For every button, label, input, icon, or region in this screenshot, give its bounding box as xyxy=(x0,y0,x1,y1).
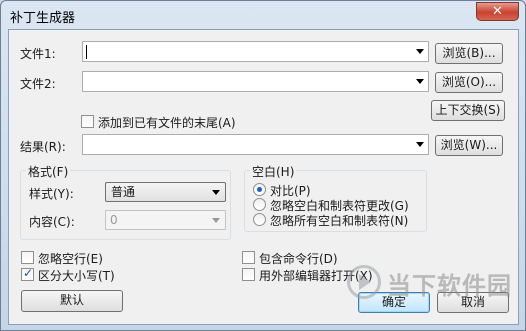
file2-label: 文件2: xyxy=(20,77,56,91)
dropdown-arrow-icon xyxy=(212,218,220,223)
whitespace-group-title: 空白(H) xyxy=(250,163,297,180)
dropdown-arrow-icon[interactable] xyxy=(416,79,424,84)
result-combobox[interactable] xyxy=(82,134,429,155)
title-bar[interactable]: 补丁生成器 ✕ xyxy=(1,1,525,29)
default-button[interactable]: 默认 xyxy=(21,290,123,312)
ignore-blank-lines-checkbox[interactable] xyxy=(21,251,34,264)
dialog-client: 文件1: 浏览(B)... 文件2: 浏览(O)... 上下交换(S) 添加到已… xyxy=(8,29,519,325)
radio-ignore-whitespace-changes[interactable] xyxy=(253,198,266,211)
dropdown-arrow-icon[interactable] xyxy=(416,49,424,54)
dropdown-arrow-icon xyxy=(212,190,220,195)
style-label: 样式(Y): xyxy=(29,187,74,201)
text-caret xyxy=(86,45,87,59)
ignore-blank-lines-label: 忽略空行(E) xyxy=(38,252,103,266)
file1-combobox[interactable] xyxy=(82,41,429,62)
file2-combobox[interactable] xyxy=(82,71,429,92)
include-cmdline-checkbox[interactable] xyxy=(242,251,255,264)
radio-compare[interactable] xyxy=(253,183,266,196)
result-label: 结果(R): xyxy=(20,140,66,154)
window-title: 补丁生成器 xyxy=(10,11,76,26)
external-editor-label: 用外部编辑器打开(X) xyxy=(259,269,373,283)
content-label: 内容(C): xyxy=(29,215,75,229)
format-group-title: 格式(F) xyxy=(26,163,71,180)
external-editor-checkbox[interactable] xyxy=(242,268,255,281)
dialog-window: 补丁生成器 ✕ 文件1: 浏览(B)... 文件2: 浏览(O)... 上下交换… xyxy=(0,0,526,331)
case-sensitive-label: 区分大小写(T) xyxy=(38,269,115,283)
browse-file2-button[interactable]: 浏览(O)... xyxy=(435,72,503,93)
content-select: 0 xyxy=(105,210,226,230)
browse-result-button[interactable]: 浏览(W)... xyxy=(435,135,503,156)
dropdown-arrow-icon[interactable] xyxy=(416,142,424,147)
radio-ignore-all-whitespace[interactable] xyxy=(253,213,266,226)
content-select-value: 0 xyxy=(110,213,118,227)
ok-button[interactable]: 确定 xyxy=(358,292,430,313)
case-sensitive-checkbox[interactable] xyxy=(21,266,34,281)
whitespace-group: 空白(H) 对比(P) 忽略空白和制表符更改(G) 忽略所有空白和制表符(N) xyxy=(244,163,427,232)
format-group: 格式(F) 样式(Y): 普通 内容(C): 0 xyxy=(20,163,231,240)
include-cmdline-label: 包含命令行(D) xyxy=(259,252,338,266)
append-checkbox[interactable] xyxy=(81,115,94,128)
radio-ignore-all-whitespace-label: 忽略所有空白和制表符(N) xyxy=(270,214,409,228)
close-button[interactable]: ✕ xyxy=(476,2,519,21)
swap-button[interactable]: 上下交换(S) xyxy=(431,100,505,121)
file1-label: 文件1: xyxy=(20,47,56,61)
cancel-button[interactable]: 取消 xyxy=(437,292,509,313)
style-select-value: 普通 xyxy=(111,185,136,199)
style-select[interactable]: 普通 xyxy=(105,182,226,202)
append-checkbox-label: 添加到已有文件的末尾(A) xyxy=(98,116,236,130)
browse-file1-button[interactable]: 浏览(B)... xyxy=(435,43,503,64)
